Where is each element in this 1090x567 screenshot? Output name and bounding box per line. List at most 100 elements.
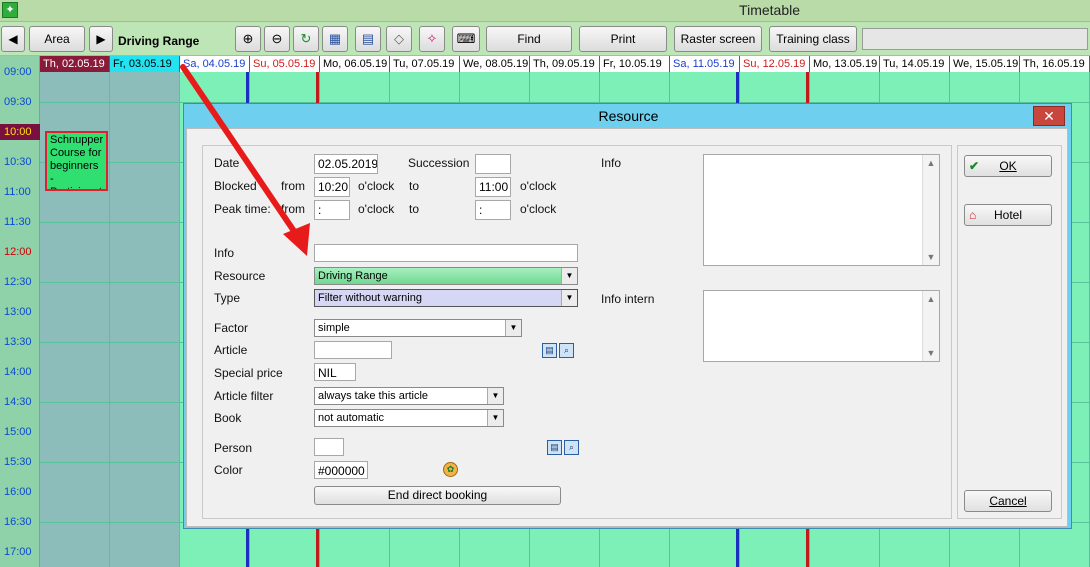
keyboard-icon[interactable]: ⌨: [452, 26, 480, 52]
print-button[interactable]: Print: [579, 26, 667, 52]
color-icon[interactable]: ✧: [419, 26, 445, 52]
day-header[interactable]: Mo, 13.05.19: [810, 56, 880, 72]
day-header[interactable]: Su, 12.05.19: [740, 56, 810, 72]
scroll-up-icon[interactable]: ▲: [923, 291, 939, 307]
day-header[interactable]: Th, 16.05.19: [1020, 56, 1090, 72]
type-select[interactable]: Filter without warning ▼: [314, 289, 578, 307]
book-label: Book: [214, 411, 242, 425]
area-button[interactable]: Area: [29, 26, 85, 52]
booking-event[interactable]: Schnupper Course for beginners - Partici…: [45, 131, 108, 191]
scroll-down-icon[interactable]: ▼: [923, 345, 939, 361]
time-label: 14:00: [4, 366, 32, 378]
checkmark-icon: ✔: [969, 159, 980, 173]
scroll-up-icon[interactable]: ▲: [923, 155, 939, 171]
special-price-field[interactable]: NIL: [314, 363, 356, 381]
dialog-title: Resource: [598, 108, 659, 124]
calendar-icon[interactable]: ▦: [322, 26, 348, 52]
day-column[interactable]: [110, 72, 180, 567]
day-header[interactable]: We, 08.05.19: [460, 56, 530, 72]
person-label: Person: [214, 441, 253, 455]
find-button[interactable]: Find: [486, 26, 572, 52]
time-label: 14:30: [4, 396, 32, 408]
article-field[interactable]: [314, 341, 392, 359]
next-area-button[interactable]: ▶: [89, 26, 113, 52]
person-search-icon[interactable]: ⌕: [564, 440, 579, 455]
day-header[interactable]: Tu, 14.05.19: [880, 56, 950, 72]
day-header[interactable]: Tu, 07.05.19: [390, 56, 460, 72]
time-label: 10:30: [4, 156, 32, 168]
info-field[interactable]: [314, 244, 578, 262]
day-header[interactable]: Mo, 06.05.19: [320, 56, 390, 72]
article-filter-label: Article filter: [214, 389, 274, 403]
raster-screen-button[interactable]: Raster screen: [674, 26, 762, 52]
to-label: to: [409, 179, 420, 193]
from-label: from: [281, 179, 305, 193]
info-intern-textarea[interactable]: ▲ ▼: [703, 290, 940, 362]
house-icon: ⌂: [969, 208, 977, 222]
refresh-icon[interactable]: ↻: [293, 26, 319, 52]
to-label: to: [409, 202, 420, 216]
person-list-icon[interactable]: ▤: [547, 440, 562, 455]
toolbar-field[interactable]: [862, 28, 1088, 50]
time-label: 11:30: [4, 216, 31, 228]
oclock-label: o'clock: [520, 202, 557, 216]
article-filter-select[interactable]: always take this article ▼: [314, 387, 504, 405]
time-label: 16:30: [4, 516, 32, 528]
form-panel: Date 02.05.2019 Succession Blocked from …: [202, 145, 952, 519]
article-list-icon[interactable]: ▤: [542, 343, 557, 358]
factor-select[interactable]: simple ▼: [314, 319, 522, 337]
toolbar: ◀ Area ▶ Driving Range ⊕ ⊖ ↻ ▦ ▤ ◇ ✧ ⌨ F…: [0, 22, 1090, 56]
dialog-body: Date 02.05.2019 Succession Blocked from …: [186, 128, 1068, 527]
blocked-to-field[interactable]: 11:00: [475, 177, 511, 197]
succession-field[interactable]: [475, 154, 511, 174]
book-select[interactable]: not automatic ▼: [314, 409, 504, 427]
time-column: 09:00 09:30 10:00 10:30 11:00 11:30 12:0…: [0, 56, 40, 567]
prev-area-button[interactable]: ◀: [1, 26, 25, 52]
day-header[interactable]: Sa, 11.05.19: [670, 56, 740, 72]
time-label: 16:00: [4, 486, 32, 498]
info-textarea[interactable]: ▲ ▼: [703, 154, 940, 266]
time-label-selected: 10:00: [0, 124, 40, 140]
info-intern-label: Info intern: [601, 292, 655, 306]
day-header[interactable]: Th, 02.05.19: [40, 56, 110, 72]
peak-to-field[interactable]: :: [475, 200, 511, 220]
scroll-down-icon[interactable]: ▼: [923, 249, 939, 265]
time-label: 15:00: [4, 426, 32, 438]
factor-value: simple: [318, 322, 350, 334]
resource-select[interactable]: Driving Range ▼: [314, 267, 578, 285]
eraser-icon[interactable]: ◇: [386, 26, 412, 52]
book-value: not automatic: [318, 412, 385, 424]
article-filter-value: always take this article: [318, 390, 429, 402]
color-field[interactable]: #000000: [314, 461, 368, 479]
end-direct-booking-button[interactable]: End direct booking: [314, 486, 561, 505]
blocked-from-field[interactable]: 10:20: [314, 177, 350, 197]
day-header[interactable]: Sa, 04.05.19: [180, 56, 250, 72]
day-header[interactable]: Th, 09.05.19: [530, 56, 600, 72]
training-class-button[interactable]: Training class: [769, 26, 857, 52]
type-value: Filter without warning: [318, 292, 422, 304]
article-search-icon[interactable]: ⌕: [559, 343, 574, 358]
person-field[interactable]: [314, 438, 344, 456]
title-bar: ✦ Timetable: [0, 0, 1090, 22]
zoom-out-icon[interactable]: ⊖: [264, 26, 290, 52]
scrollbar[interactable]: ▲ ▼: [922, 155, 939, 265]
scrollbar[interactable]: ▲ ▼: [922, 291, 939, 361]
day-header[interactable]: We, 15.05.19: [950, 56, 1020, 72]
peak-from-field[interactable]: :: [314, 200, 350, 220]
button-panel: ✔ OK ⌂ Hotel Cancel: [957, 145, 1062, 519]
cancel-label: Cancel: [989, 494, 1027, 508]
ok-button[interactable]: ✔ OK: [964, 155, 1052, 177]
article-label: Article: [214, 343, 248, 357]
day-header[interactable]: Fr, 03.05.19: [110, 56, 180, 72]
hotel-button[interactable]: ⌂ Hotel: [964, 204, 1052, 226]
table-icon[interactable]: ▤: [355, 26, 381, 52]
color-label: Color: [214, 463, 243, 477]
day-header[interactable]: Su, 05.05.19: [250, 56, 320, 72]
close-icon[interactable]: ✕: [1033, 106, 1065, 126]
cancel-button[interactable]: Cancel: [964, 490, 1052, 512]
color-palette-icon[interactable]: ✿: [443, 462, 458, 477]
zoom-in-icon[interactable]: ⊕: [235, 26, 261, 52]
oclock-label: o'clock: [520, 179, 557, 193]
day-header[interactable]: Fr, 10.05.19: [600, 56, 670, 72]
date-field[interactable]: 02.05.2019: [314, 154, 378, 174]
